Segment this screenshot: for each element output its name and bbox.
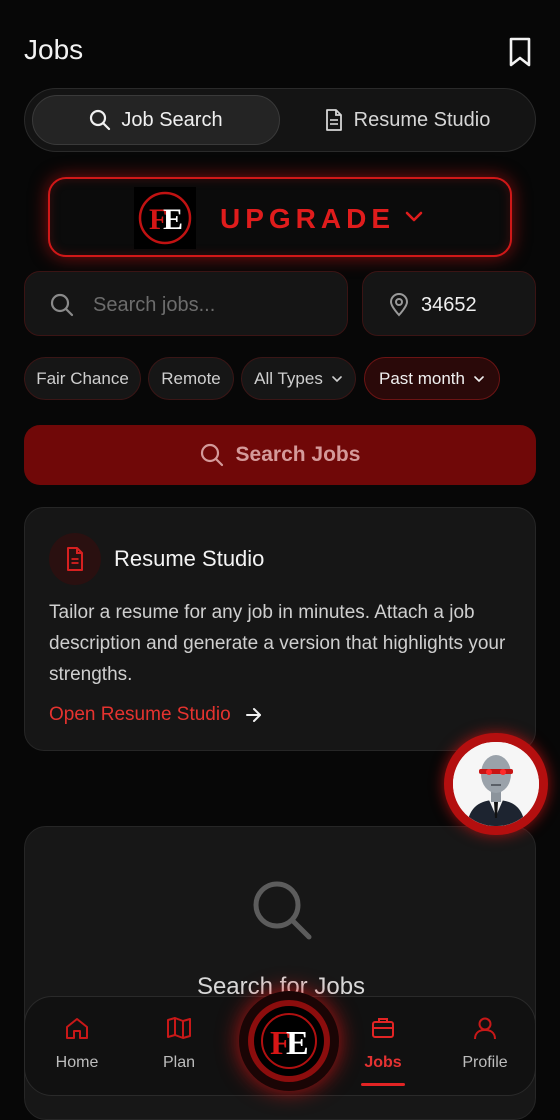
nav-label: Home bbox=[55, 1054, 99, 1071]
upgrade-banner[interactable]: F E UPGRADE bbox=[48, 177, 512, 257]
center-logo-button[interactable]: F E bbox=[239, 991, 339, 1091]
tab-bar: Job Search Resume Studio bbox=[24, 88, 536, 152]
svg-text:E: E bbox=[286, 1025, 309, 1062]
active-tab-indicator bbox=[361, 1083, 405, 1086]
home-icon bbox=[66, 1018, 88, 1039]
search-icon bbox=[253, 881, 312, 940]
user-icon bbox=[474, 1017, 496, 1040]
nav-label: Jobs bbox=[364, 1054, 402, 1071]
tab-resume-studio[interactable]: Resume Studio bbox=[287, 95, 527, 145]
tab-job-search[interactable]: Job Search bbox=[32, 95, 280, 145]
location-pin-icon bbox=[389, 293, 409, 317]
resume-studio-card: Resume Studio Tailor a resume for any jo… bbox=[24, 507, 536, 751]
bottom-navigation: Home Plan F E Jobs Profile bbox=[24, 991, 536, 1096]
open-resume-studio-link[interactable]: Open Resume Studio bbox=[49, 704, 263, 726]
nav-home[interactable]: Home bbox=[37, 1015, 117, 1072]
chip-label: All Types bbox=[254, 368, 323, 388]
filter-remote[interactable]: Remote bbox=[148, 357, 234, 400]
brand-logo: F E bbox=[254, 1006, 324, 1076]
chevron-down-icon bbox=[474, 375, 484, 382]
location-value: 34652 bbox=[421, 294, 477, 316]
search-input[interactable]: Search jobs... bbox=[24, 271, 348, 336]
link-label: Open Resume Studio bbox=[49, 704, 231, 725]
search-placeholder: Search jobs... bbox=[93, 294, 216, 316]
map-icon bbox=[167, 1017, 191, 1039]
bookmark-icon bbox=[509, 37, 531, 67]
page-title: Jobs bbox=[24, 34, 84, 65]
arrow-right-icon bbox=[245, 708, 261, 722]
briefcase-icon bbox=[372, 1018, 394, 1038]
assistant-avatar-button[interactable] bbox=[444, 733, 548, 835]
card-description: Tailor a resume for any job in minutes. … bbox=[49, 602, 506, 685]
tab-resume-studio-label: Resume Studio bbox=[353, 108, 491, 131]
chip-label: Remote bbox=[161, 368, 221, 388]
search-icon bbox=[90, 109, 111, 131]
chip-label: Past month bbox=[379, 368, 465, 388]
document-icon bbox=[325, 109, 342, 131]
nav-label: Plan bbox=[162, 1054, 196, 1071]
upgrade-label: UPGRADE bbox=[220, 203, 396, 234]
filter-past-month[interactable]: Past month bbox=[364, 357, 500, 400]
nav-jobs[interactable]: Jobs bbox=[343, 1015, 423, 1072]
tab-job-search-label: Job Search bbox=[121, 108, 223, 131]
document-icon bbox=[49, 533, 101, 585]
search-jobs-label: Search Jobs bbox=[235, 443, 361, 466]
filter-all-types[interactable]: All Types bbox=[241, 357, 356, 400]
search-jobs-button[interactable]: Search Jobs bbox=[24, 425, 536, 485]
nav-plan[interactable]: Plan bbox=[139, 1015, 219, 1072]
chip-label: Fair Chance bbox=[36, 368, 129, 388]
search-icon bbox=[200, 443, 223, 467]
search-icon bbox=[50, 293, 74, 317]
nav-profile[interactable]: Profile bbox=[445, 1015, 525, 1072]
chevron-down-icon bbox=[405, 211, 423, 222]
bookmark-button[interactable] bbox=[506, 36, 534, 68]
card-title: Resume Studio bbox=[114, 546, 265, 571]
robot-avatar-image bbox=[453, 742, 539, 826]
chevron-down-icon bbox=[332, 375, 342, 382]
location-input[interactable]: 34652 bbox=[362, 271, 536, 336]
brand-logo: F E bbox=[134, 187, 196, 249]
nav-label: Profile bbox=[462, 1054, 508, 1071]
svg-text:E: E bbox=[163, 203, 183, 236]
filter-fair-chance[interactable]: Fair Chance bbox=[24, 357, 141, 400]
